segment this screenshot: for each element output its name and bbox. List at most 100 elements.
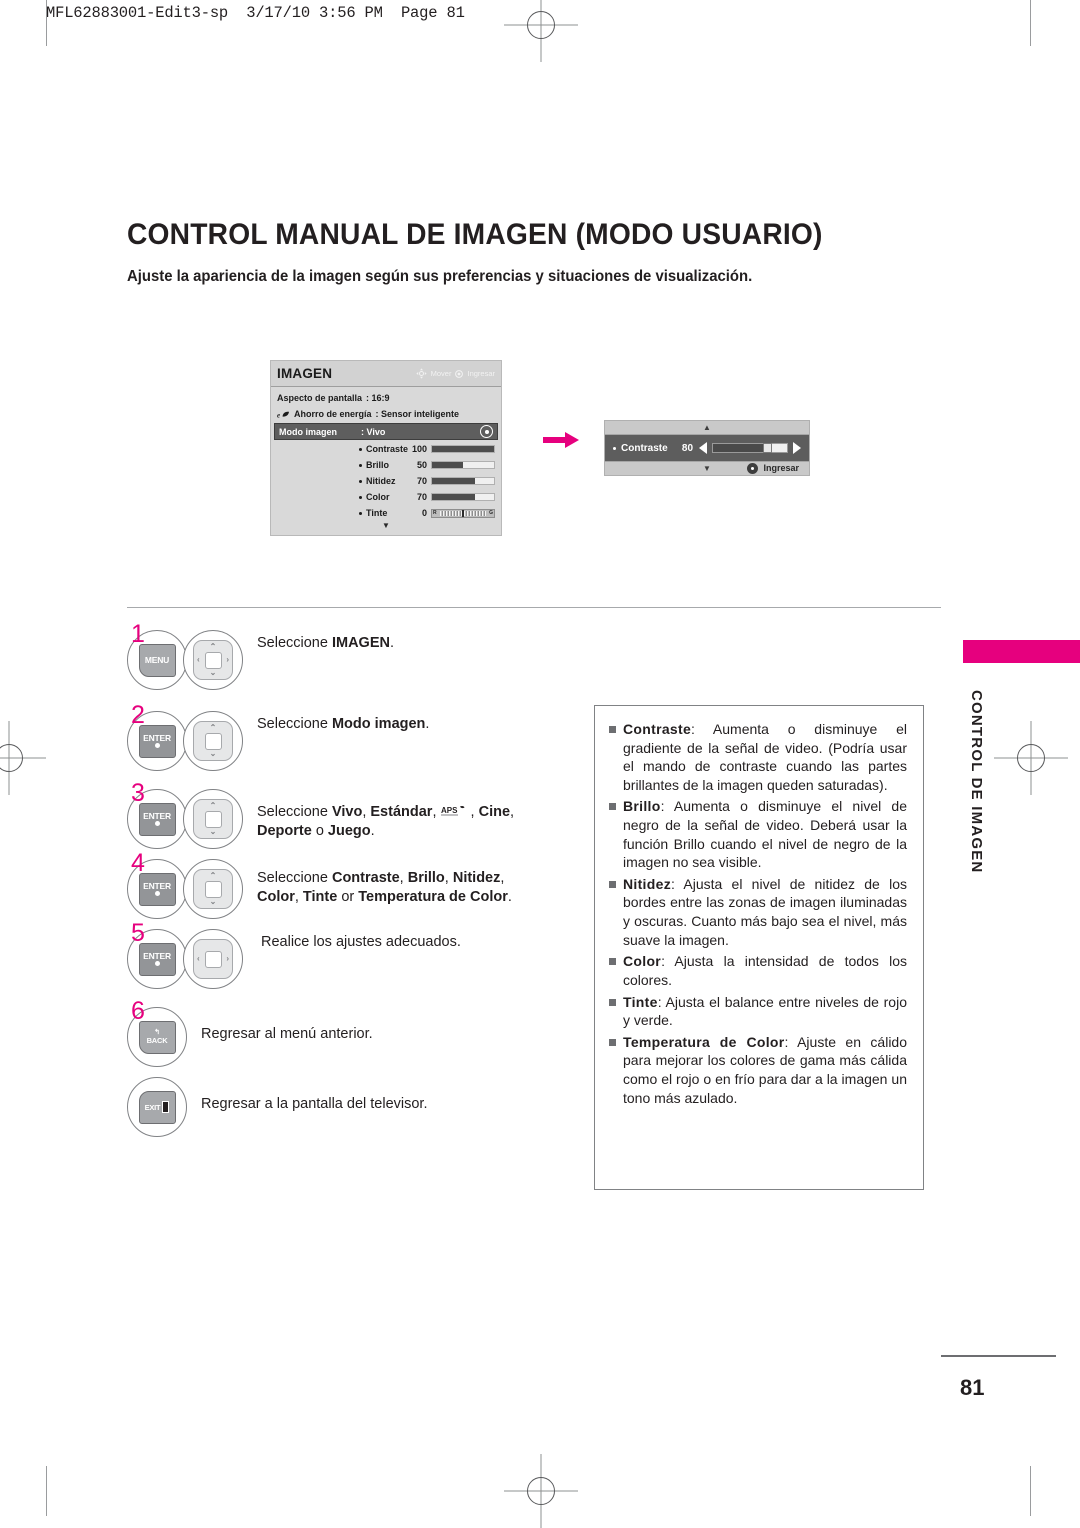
osd-row-aspect[interactable]: Aspecto de pantalla : 16:9 [271,390,501,406]
dpad-center-icon[interactable] [204,880,222,898]
step-1-text: Seleccione IMAGEN. [257,635,394,651]
bullet-square-icon [609,1038,616,1046]
dpad-up-icon[interactable]: ⌃ [210,643,217,651]
dpad-center-icon[interactable] [204,810,222,828]
osd-row-aspect-value: : 16:9 [366,393,390,403]
dpad-four-way-button[interactable]: ⌃ ⌄ ‹ › [183,630,243,690]
popup-contrast-row[interactable]: Contraste 80 [605,435,809,461]
osd-row-energy[interactable]: e Ahorro de energía : Sensor inteligente [271,406,501,422]
dpad-right-icon[interactable]: › [226,656,229,664]
bullet-square-icon [609,726,616,733]
step-2-number: 2 [131,701,145,729]
dpad-down-icon[interactable]: ⌄ [210,669,217,677]
step-1: 1 MENU ⌃ ⌄ ‹ › Seleccione IMAGEN. [127,622,597,690]
dpad-left-icon[interactable]: ‹ [197,656,200,664]
osd-item-color[interactable]: Color 70 [271,489,501,505]
enter-icon [455,369,464,378]
bullet-icon [613,446,616,450]
step-6-number: 6 [131,997,145,1025]
footer-rule [941,1355,1056,1357]
popup-contrast-slider[interactable] [712,443,788,453]
enter-key-icon: ENTER [138,872,176,906]
decrease-arrow-icon[interactable] [699,442,707,454]
enter-icon [747,463,759,474]
popup-scroll-up-icon[interactable]: ▲ [605,421,809,435]
info-text-contraste: Contraste: Aumenta o disminuye el gradie… [623,721,907,793]
energy-saving-icon: e [277,410,292,419]
osd-row-picture-mode-label: Modo imagen [279,426,337,437]
step-5-number: 5 [131,919,145,947]
section-divider [127,607,941,608]
osd-header: IMAGEN Mover Ingresar [271,361,501,387]
menu-key-icon: MENU [138,643,176,677]
side-tab-accent-bar [963,640,1080,663]
dpad-down-icon[interactable]: ⌄ [210,828,217,836]
osd-item-contraste[interactable]: Contraste 100 [271,441,501,457]
dpad-down-icon[interactable]: ⌄ [210,898,217,906]
dpad-vertical-button[interactable]: ⌃ ⌄ [183,711,243,771]
increase-arrow-icon[interactable] [793,442,801,454]
dpad-center-icon[interactable] [204,950,222,968]
page-subtitle: Ajuste la apariencia de la imagen según … [127,268,753,285]
bullet-square-icon [609,958,616,966]
osd-item-contraste-slider[interactable] [431,445,495,453]
dpad-center-icon[interactable] [204,651,222,669]
step-exit: EXIT Regresar a la pantalla del televiso… [127,1077,597,1137]
popup-contrast-label: Contraste [621,442,668,454]
osd-row-picture-mode[interactable]: Modo imagen : Vivo [274,423,498,440]
step-3: 3 ENTER ⌃ ⌄ Seleccione Vivo, Estándar, A… [127,781,597,849]
dpad-right-icon[interactable]: › [226,955,229,963]
osd-item-color-slider[interactable] [431,493,495,501]
step-5-text: Realice los ajustes adecuados. [261,934,461,950]
enter-key-icon: ENTER [138,724,176,758]
dpad-up-icon[interactable]: ⌃ [210,872,217,880]
dpad-center-icon[interactable] [204,732,222,750]
exit-button[interactable]: EXIT [127,1077,187,1137]
osd-item-nitidez-value: 70 [416,476,427,486]
osd-item-tinte[interactable]: Tinte 0 R G [271,505,501,521]
dpad-vertical-button[interactable]: ⌃ ⌄ [183,789,243,849]
dpad-down-icon[interactable]: ⌄ [210,750,217,758]
info-item-brillo: Brillo: Aumenta o disminuye el nivel de … [609,797,907,871]
step-exit-text: Regresar a la pantalla del televisor. [201,1096,428,1112]
osd-item-nitidez-slider[interactable] [431,477,495,485]
selected-radio-icon [480,425,493,438]
dpad-up-icon[interactable]: ⌃ [210,724,217,732]
osd-row-aspect-label: Aspecto de pantalla [277,393,363,403]
osd-title: IMAGEN [277,366,333,381]
osd-item-tinte-label: Tinte [366,508,388,518]
osd-item-tinte-slider[interactable]: R G [431,508,495,518]
osd-item-tinte-value: 0 [421,508,427,518]
side-tab-label: CONTROL DE IMAGEN [968,690,985,874]
info-box: Contraste: Aumenta o disminuye el gradie… [594,705,924,1190]
dpad-horizontal-button[interactable]: ‹ › [183,929,243,989]
osd-item-brillo[interactable]: Brillo 50 [271,457,501,473]
osd-item-contraste-value: 100 [411,444,427,454]
info-text-color: Color: Ajusta la intensidad de todos los… [623,953,907,988]
osd-contrast-popup: ▲ Contraste 80 ▼ Ingresar [604,420,810,476]
dpad-left-icon[interactable]: ‹ [197,955,200,963]
popup-contrast-value: 80 [681,442,694,454]
bullet-icon [359,511,362,515]
aps-icon: APS [440,804,467,816]
tint-right-label: G [489,510,493,516]
dpad-vertical-button[interactable]: ⌃ ⌄ [183,859,243,919]
dpad-icon: ⌃ ⌄ [193,721,233,761]
dpad-up-icon[interactable]: ⌃ [210,802,217,810]
osd-scroll-down-icon[interactable]: ▼ [271,521,501,533]
osd-body: Aspecto de pantalla : 16:9 e Ahorro de e… [271,387,501,535]
osd-item-nitidez[interactable]: Nitidez 70 [271,473,501,489]
osd-item-nitidez-label: Nitidez [366,476,396,486]
page-title: CONTROL MANUAL DE IMAGEN (MODO USUARIO) [127,218,823,251]
osd-item-color-value: 70 [416,492,427,502]
bullet-square-icon [609,998,616,1006]
step-1-number: 1 [131,620,145,648]
osd-hint-group: Mover Ingresar [416,368,495,379]
svg-text:e: e [277,411,280,419]
info-item-contraste: Contraste: Aumenta o disminuye el gradie… [609,720,907,794]
step-5: 5 ENTER ‹ › Realice los ajustes adecuado… [127,921,597,989]
osd-item-brillo-slider[interactable] [431,461,495,469]
step-4: 4 ENTER ⌃ ⌄ Seleccione Contraste, Brillo… [127,851,597,919]
step-4-number: 4 [131,849,145,877]
bullet-icon [359,495,362,499]
